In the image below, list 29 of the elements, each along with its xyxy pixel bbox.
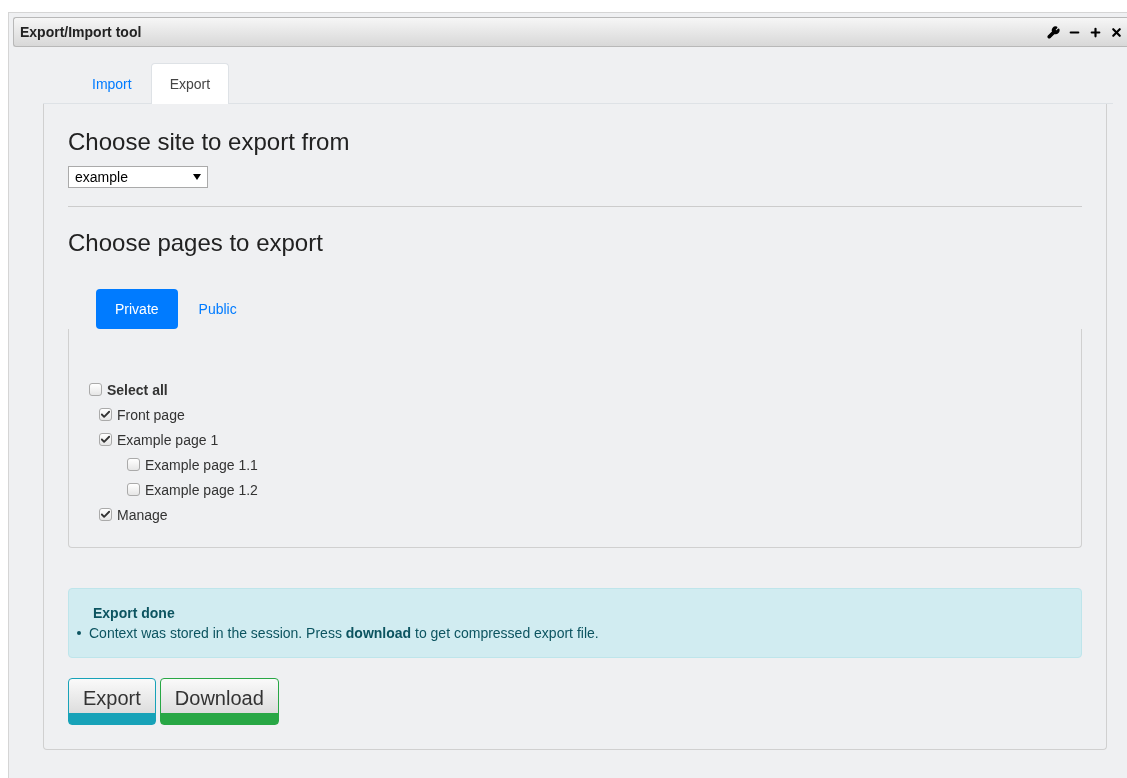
checkbox-label: Example page 1.1 xyxy=(145,456,258,473)
checkbox[interactable] xyxy=(99,433,112,446)
checkbox-label: Example page 1 xyxy=(117,431,219,448)
bullet-icon xyxy=(77,631,81,635)
alert-message: Context was stored in the session. Press download to get compressed export file. xyxy=(89,625,599,641)
checkbox[interactable] xyxy=(99,508,112,521)
close-icon[interactable] xyxy=(1110,25,1123,39)
tab[interactable]: Public xyxy=(179,289,256,329)
checkbox[interactable] xyxy=(99,408,112,421)
checkbox-label: Front page xyxy=(117,406,185,423)
action-button[interactable]: Export xyxy=(68,678,156,725)
maximize-icon[interactable] xyxy=(1089,25,1102,39)
section-heading: Choose site to export from xyxy=(68,128,351,156)
tab[interactable]: Private xyxy=(96,289,178,329)
checkbox-label: Manage xyxy=(117,506,168,523)
tab[interactable]: Import xyxy=(73,63,151,104)
site-select[interactable]: example xyxy=(68,166,208,188)
alert-title: Export done xyxy=(93,605,176,621)
checkbox[interactable] xyxy=(127,483,140,496)
action-button[interactable]: Download xyxy=(159,678,279,725)
wrench-icon[interactable] xyxy=(1047,25,1060,39)
checkbox-label: Select all xyxy=(107,381,168,398)
checkbox[interactable] xyxy=(89,383,102,396)
window-title: Export/Import tool xyxy=(20,24,142,40)
section-heading: Choose pages to export xyxy=(68,229,324,257)
checkbox-label: Example page 1.2 xyxy=(145,481,258,498)
checkbox[interactable] xyxy=(127,458,140,471)
dropdown-arrow-icon xyxy=(193,174,201,180)
tab[interactable]: Export xyxy=(150,63,230,104)
